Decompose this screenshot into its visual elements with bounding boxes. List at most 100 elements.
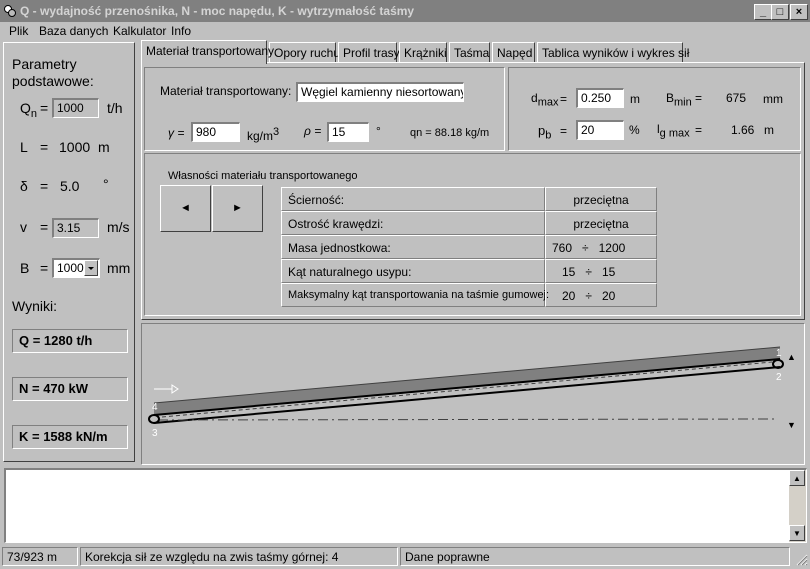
prev-button[interactable]: ◄ — [160, 185, 211, 232]
l-unit: m — [98, 139, 110, 155]
q-unit: t/h — [107, 100, 123, 116]
tab-naped[interactable]: Napęd — [492, 42, 535, 62]
status-message: Korekcja sił ze względu na zwis taśmy gó… — [80, 547, 398, 566]
params-title: Parametry podstawowe: — [12, 56, 94, 89]
results-title: Wyniki: — [12, 298, 57, 314]
tab-tasma[interactable]: Taśma — [449, 42, 490, 62]
minimize-button[interactable]: _ — [754, 4, 772, 20]
direction-arrow-icon — [171, 384, 179, 394]
tab-krazniki[interactable]: Krążniki — [399, 42, 447, 62]
b-label: B — [20, 260, 30, 276]
q-input[interactable]: 1000 — [52, 98, 99, 118]
tab-tablica-wynikow[interactable]: Tablica wyników i wykres sił — [537, 42, 689, 62]
conveyor-diagram: 1 2 3 4 — [141, 323, 805, 465]
delta-equals: = — [40, 178, 49, 194]
v-unit: m/s — [107, 219, 130, 235]
n-result: N = 470 kW — [12, 377, 128, 401]
prop-value: 15 ÷ 15 — [545, 259, 657, 283]
delta-label: δ — [20, 178, 28, 194]
scroll-up-icon[interactable]: ▲ — [787, 352, 796, 362]
status-position: 73/923 m — [2, 547, 78, 566]
bmin-unit: mm — [763, 92, 783, 106]
v-label: v — [20, 219, 27, 235]
lgmax-value: 1.66 — [731, 123, 755, 137]
scroll-down-button[interactable]: ▼ — [789, 525, 805, 541]
tab-profil-trasy[interactable]: Profil trasy — [338, 42, 400, 62]
l-value: 1000 — [59, 139, 91, 155]
window-title: Q - wydajność przenośnika, N - moc napęd… — [20, 4, 415, 18]
next-button[interactable]: ► — [212, 185, 263, 232]
lgmax-label: lg max — [657, 122, 690, 140]
title-bar: Q - wydajność przenośnika, N - moc napęd… — [0, 0, 810, 22]
upper-belt-load — [154, 347, 780, 415]
arrow-left-icon: ◄ — [180, 202, 191, 214]
prop-value: 20 ÷ 20 — [545, 283, 657, 307]
gamma-label: γ = — [168, 126, 185, 140]
tail-pulley — [148, 414, 160, 424]
l-label: L — [20, 139, 28, 155]
point-label: 4 — [152, 402, 158, 413]
q-result: Q = 1280 t/h — [12, 329, 128, 353]
rho-label: ρ = — [304, 124, 322, 138]
message-scrollbar[interactable]: ▲ ▼ — [789, 470, 806, 542]
chevron-down-icon[interactable] — [84, 260, 98, 276]
prop-name: Ścierność: — [281, 187, 545, 211]
b-select-value: 1000 — [57, 261, 84, 275]
point-label: 1 — [776, 348, 782, 359]
arrow-right-icon: ► — [232, 202, 243, 214]
dims-group — [508, 67, 801, 151]
menu-info[interactable]: Info — [171, 24, 191, 38]
b-unit: mm — [107, 260, 131, 276]
resize-grip-icon[interactable] — [794, 552, 808, 566]
gamma-input[interactable]: 980 — [191, 122, 240, 142]
dmax-unit: m — [630, 92, 640, 106]
bmin-equals: = — [695, 91, 703, 105]
point-label: 2 — [776, 372, 782, 383]
close-button[interactable]: × — [790, 4, 808, 20]
message-area[interactable] — [4, 468, 807, 543]
prop-value: przeciętna — [545, 187, 657, 211]
material-input[interactable]: Węgiel kamienny niesortowany — [296, 82, 464, 102]
v-equals: = — [40, 219, 49, 235]
lgmax-equals: = — [695, 123, 703, 137]
prop-name: Kąt naturalnego usypu: — [281, 259, 545, 283]
k-result: K = 1588 kN/m — [12, 425, 128, 449]
tab-material[interactable]: Materiał transportowany — [141, 40, 274, 64]
qn-text: qn = 88.18 kg/m — [410, 127, 490, 139]
v-input[interactable]: 3.15 — [52, 218, 99, 238]
maximize-button[interactable]: □ — [771, 4, 789, 20]
point-label: 3 — [152, 428, 158, 439]
pb-equals: = — [560, 124, 568, 138]
q-equals: = — [40, 100, 49, 116]
pb-unit: % — [629, 123, 640, 137]
dmax-label: dmax — [531, 91, 559, 109]
diagram-scrollbar[interactable]: ▲ ▼ — [786, 324, 804, 464]
conveyor-drawing: 1 2 3 4 — [148, 346, 784, 439]
menu-plik[interactable]: Plik — [9, 24, 28, 38]
menu-baza-danych[interactable]: Baza danych — [39, 24, 108, 38]
scroll-down-icon[interactable]: ▼ — [787, 420, 796, 430]
dmax-input[interactable]: 0.250 — [576, 88, 624, 108]
delta-unit: ° — [103, 176, 109, 192]
prop-name: Masa jednostkowa: — [281, 235, 545, 259]
pb-input[interactable]: 20 — [576, 120, 624, 140]
prop-name: Ostrość krawędzi: — [281, 211, 545, 235]
material-label: Materiał transportowany: — [160, 84, 292, 98]
prop-value: 760 ÷ 1200 — [545, 235, 657, 259]
tab-opory-ruchu[interactable]: Opory ruchu — [269, 42, 340, 62]
delta-value: 5.0 — [60, 178, 80, 194]
rho-input[interactable]: 15 — [327, 122, 369, 142]
status-state: Dane poprawne — [400, 547, 790, 566]
horizontal-reference-line — [157, 418, 777, 421]
b-equals: = — [40, 260, 49, 276]
bmin-label: Bmin — [666, 91, 692, 109]
q-label: Qn — [20, 100, 38, 120]
properties-title: Własności materiału transportowanego — [168, 170, 358, 182]
l-equals: = — [40, 139, 49, 155]
app-icon[interactable] — [3, 4, 17, 18]
lgmax-unit: m — [764, 123, 774, 137]
prop-name: Maksymalny kąt transportowania na taśmie… — [281, 283, 549, 307]
dmax-equals: = — [560, 92, 568, 106]
scroll-up-button[interactable]: ▲ — [789, 470, 805, 486]
menu-kalkulator[interactable]: Kalkulator — [113, 24, 166, 38]
